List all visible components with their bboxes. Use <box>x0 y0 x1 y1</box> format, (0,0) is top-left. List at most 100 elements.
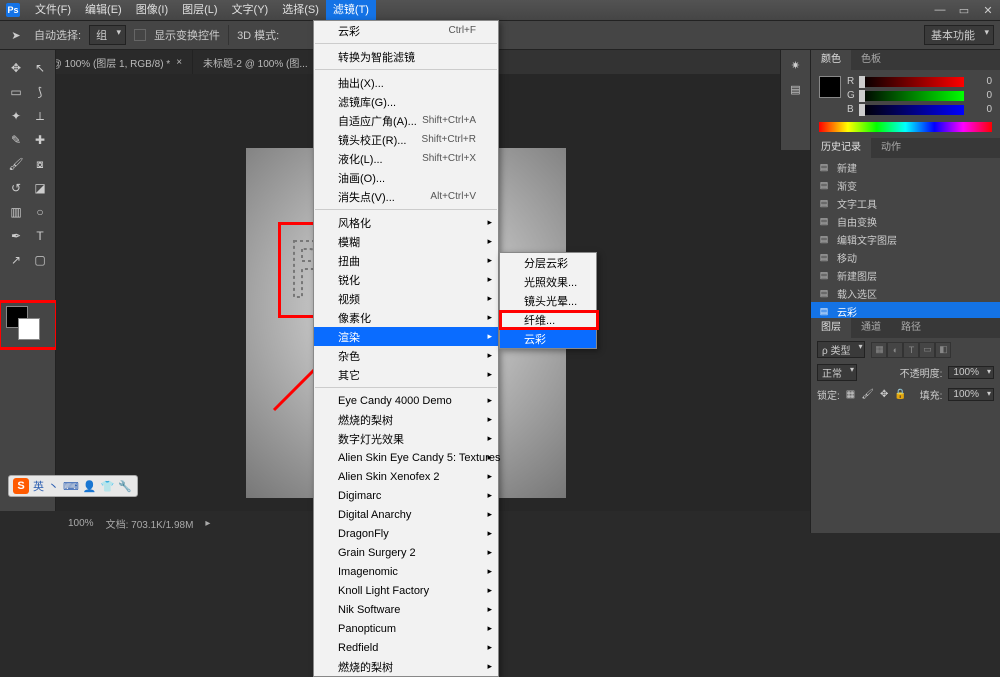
ime-punct[interactable]: 丶 <box>48 478 59 494</box>
menu-item[interactable]: Alien Skin Eye Candy 5: Textures▸ <box>314 448 498 467</box>
menu-item[interactable]: Redfield▸ <box>314 638 498 657</box>
ime-tool-icon[interactable]: 🔧 <box>118 480 132 493</box>
zoom-level[interactable]: 100% <box>68 518 94 529</box>
tool-heal[interactable]: ✚ <box>28 128 52 152</box>
tab-paths[interactable]: 路径 <box>891 318 931 338</box>
filter-shape-icon[interactable]: ▭ <box>919 342 935 358</box>
chevron-right-icon[interactable]: ▸ <box>205 518 210 529</box>
history-item[interactable]: ▤新建 <box>811 158 1000 176</box>
slider-g[interactable] <box>861 91 964 101</box>
workspace-switcher[interactable]: 基本功能 <box>924 25 994 45</box>
slider-r[interactable] <box>861 77 964 87</box>
history-item[interactable]: ▤载入选区 <box>811 284 1000 302</box>
slider-b[interactable] <box>861 105 964 115</box>
menu-edit[interactable]: 编辑(E) <box>78 0 129 20</box>
close-icon[interactable]: × <box>176 57 182 68</box>
menu-item[interactable]: Grain Surgery 2▸ <box>314 543 498 562</box>
tool-move[interactable]: ✥ <box>4 56 28 80</box>
menu-item[interactable]: Imagenomic▸ <box>314 562 498 581</box>
menu-item[interactable]: Digimarc▸ <box>314 486 498 505</box>
tool-eraser[interactable]: ◪ <box>28 176 52 200</box>
tool-dodge[interactable]: ○ <box>28 200 52 224</box>
menu-item-杂色[interactable]: 杂色▸ <box>314 346 498 365</box>
tool-crop[interactable]: ⟂ <box>28 104 52 128</box>
submenu-item-镜头光晕...[interactable]: 镜头光晕... <box>500 291 596 310</box>
submenu-item-分层云彩[interactable]: 分层云彩 <box>500 253 596 272</box>
history-item[interactable]: ▤编辑文字图层 <box>811 230 1000 248</box>
menu-item-扭曲[interactable]: 扭曲▸ <box>314 251 498 270</box>
submenu-item-云彩[interactable]: 云彩 <box>500 329 596 348</box>
menu-item[interactable]: DragonFly▸ <box>314 524 498 543</box>
fill-value[interactable]: 100% <box>948 388 994 401</box>
filter-type-icon[interactable]: T <box>903 342 919 358</box>
lock-all-icon[interactable]: 🔒 <box>894 389 906 400</box>
tool-wand[interactable]: ✦ <box>4 104 28 128</box>
menu-item[interactable]: 滤镜库(G)... <box>314 92 498 111</box>
panel-icon-1[interactable]: ✷ <box>787 56 805 74</box>
menu-item[interactable]: 数字灯光效果▸ <box>314 429 498 448</box>
menu-item-像素化[interactable]: 像素化▸ <box>314 308 498 327</box>
lock-pos-icon[interactable]: ✥ <box>880 389 888 400</box>
menu-item[interactable]: 抽出(X)... <box>314 73 498 92</box>
tab-layers[interactable]: 图层 <box>811 318 851 338</box>
menu-filter[interactable]: 滤镜(T) <box>326 0 376 20</box>
history-item[interactable]: ▤移动 <box>811 248 1000 266</box>
blend-mode[interactable]: 正常 <box>817 364 857 381</box>
tab-channels[interactable]: 通道 <box>851 318 891 338</box>
filter-pixel-icon[interactable]: ▦ <box>871 342 887 358</box>
tool-stamp[interactable]: ⧇ <box>28 152 52 176</box>
menu-item[interactable]: Eye Candy 4000 Demo▸ <box>314 391 498 410</box>
tab-history[interactable]: 历史记录 <box>811 138 871 158</box>
tool-eyedropper[interactable]: ✎ <box>4 128 28 152</box>
menu-item-视频[interactable]: 视频▸ <box>314 289 498 308</box>
ime-keyboard-icon[interactable]: ⌨ <box>63 480 79 493</box>
menu-item[interactable]: Knoll Light Factory▸ <box>314 581 498 600</box>
doc-tab-2[interactable]: 未标题-2 @ 100% (图... × <box>193 50 330 74</box>
layer-kind[interactable]: ρ 类型 <box>817 341 865 358</box>
lock-paint-icon[interactable]: 🖌 <box>861 389 874 400</box>
tool-type[interactable]: T <box>28 224 52 248</box>
history-item[interactable]: ▤新建图层 <box>811 266 1000 284</box>
tab-color[interactable]: 颜色 <box>811 50 851 70</box>
show-transform-checkbox[interactable] <box>134 29 146 41</box>
filter-adj-icon[interactable]: ◐ <box>887 342 903 358</box>
ime-person-icon[interactable]: 👤 <box>83 480 97 493</box>
tool-shape[interactable]: ▢ <box>28 248 52 272</box>
auto-select-dropdown[interactable]: 组 <box>89 25 126 45</box>
menu-item[interactable]: 自适应广角(A)...Shift+Ctrl+A <box>314 111 498 130</box>
filter-smart-icon[interactable]: ◧ <box>935 342 951 358</box>
submenu-item-光照效果...[interactable]: 光照效果... <box>500 272 596 291</box>
ime-skin-icon[interactable]: 👕 <box>101 480 115 493</box>
history-item[interactable]: ▤自由变换 <box>811 212 1000 230</box>
window-close[interactable]: ✕ <box>976 0 1000 20</box>
tool-pen[interactable]: ✒ <box>4 224 28 248</box>
history-item[interactable]: ▤渐变 <box>811 176 1000 194</box>
hue-strip[interactable] <box>819 122 992 132</box>
color-preview[interactable] <box>819 76 841 98</box>
tab-actions[interactable]: 动作 <box>871 138 911 158</box>
lock-trans-icon[interactable]: ▦ <box>846 389 855 400</box>
menu-item-模糊[interactable]: 模糊▸ <box>314 232 498 251</box>
menu-item-其它[interactable]: 其它▸ <box>314 365 498 384</box>
tab-swatches[interactable]: 色板 <box>851 50 891 70</box>
tool-history-brush[interactable]: ↺ <box>4 176 28 200</box>
history-item[interactable]: ▤文字工具 <box>811 194 1000 212</box>
history-item[interactable]: ▤云彩 <box>811 302 1000 318</box>
tool-path[interactable]: ↗ <box>4 248 28 272</box>
menu-item[interactable]: 消失点(V)...Alt+Ctrl+V <box>314 187 498 206</box>
menu-select[interactable]: 选择(S) <box>275 0 326 20</box>
menu-item-渲染[interactable]: 渲染▸ <box>314 327 498 346</box>
menu-item[interactable]: 油画(O)... <box>314 168 498 187</box>
menu-item[interactable]: Nik Software▸ <box>314 600 498 619</box>
window-restore[interactable]: ▭ <box>952 0 976 20</box>
menu-image[interactable]: 图像(I) <box>129 0 175 20</box>
menu-item[interactable]: 液化(L)...Shift+Ctrl+X <box>314 149 498 168</box>
menu-layer[interactable]: 图层(L) <box>175 0 224 20</box>
menu-last-filter[interactable]: 云彩 Ctrl+F <box>314 21 498 40</box>
tool-lasso[interactable]: ⟆ <box>28 80 52 104</box>
tool-marquee[interactable]: ▭ <box>4 80 28 104</box>
menu-item[interactable]: 镜头校正(R)...Shift+Ctrl+R <box>314 130 498 149</box>
ime-toolbar[interactable]: S 英 丶 ⌨ 👤 👕 🔧 <box>8 475 138 497</box>
menu-item[interactable]: 燃烧的梨树▸ <box>314 410 498 429</box>
menu-item-风格化[interactable]: 风格化▸ <box>314 213 498 232</box>
